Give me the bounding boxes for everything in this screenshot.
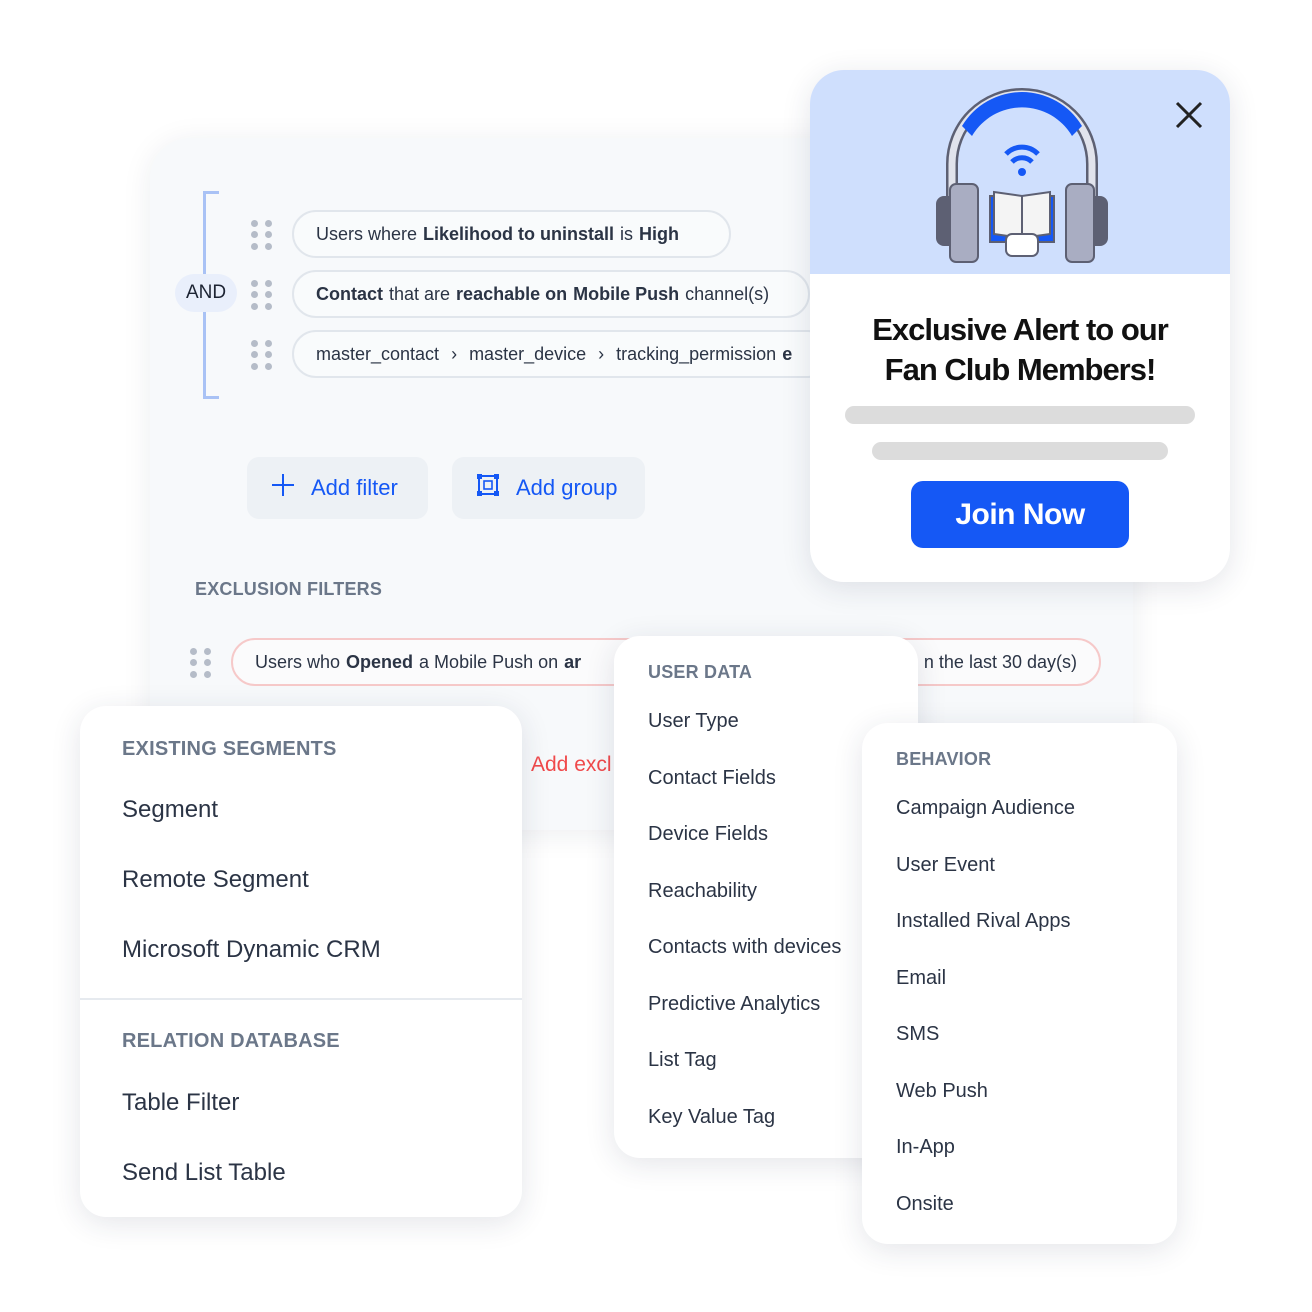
- drag-handle-icon[interactable]: [251, 340, 273, 370]
- menu-item[interactable]: Installed Rival Apps: [896, 910, 1071, 933]
- filter-token: channel(s): [685, 283, 770, 304]
- popup-hero: [810, 70, 1230, 274]
- filter-token: is: [620, 223, 634, 244]
- exclusion-filters-heading: EXCLUSION FILTERS: [195, 579, 383, 599]
- add-group-button[interactable]: Add group: [452, 457, 645, 519]
- menu-item[interactable]: Predictive Analytics: [648, 993, 820, 1016]
- menu-item[interactable]: Email: [896, 967, 946, 990]
- filter-row[interactable]: master_contact › master_device › tracking_pe…: [292, 330, 832, 378]
- filter-token: Mobile Push: [573, 283, 680, 304]
- filter-row[interactable]: Contact that are reachable on Mobile Push ch…: [292, 270, 810, 318]
- filter-token: master_device: [469, 343, 587, 364]
- popup-title-line2: Fan Club Members!: [884, 352, 1157, 387]
- menu-item[interactable]: Microsoft Dynamic CRM: [122, 936, 522, 964]
- filter-token: Likelihood to uninstall: [423, 223, 615, 244]
- filter-token: ar: [564, 651, 582, 672]
- menu-item[interactable]: Contacts with devices: [648, 936, 841, 959]
- behavior-menu: BEHAVIOR Campaign Audience User Event Inst…: [862, 723, 1177, 1244]
- plus-icon: [271, 473, 295, 503]
- filter-token: Opened: [346, 651, 414, 672]
- drag-handle-icon[interactable]: [251, 220, 273, 250]
- menu-item[interactable]: Send List Table: [122, 1159, 286, 1187]
- popup-card: Exclusive Alert to our Fan Club Members!…: [810, 70, 1230, 582]
- menu-item[interactable]: User Event: [896, 854, 995, 877]
- filter-token: ›: [598, 343, 605, 364]
- filter-token: Users who: [255, 651, 341, 672]
- menu-item[interactable]: Remote Segment: [122, 866, 309, 894]
- add-filter-label: Add filter: [311, 475, 398, 500]
- add-exclusion-link[interactable]: Add excl: [531, 753, 612, 777]
- menu-item[interactable]: Campaign Audience: [896, 797, 1075, 820]
- relation-database-heading: RELATION DATABASE: [122, 1030, 340, 1052]
- menu-item[interactable]: Contact Fields: [648, 767, 776, 790]
- filter-token: a Mobile Push on: [419, 651, 559, 672]
- user-data-heading: USER DATA: [648, 662, 753, 682]
- behavior-heading: BEHAVIOR: [896, 749, 992, 769]
- add-group-label: Add group: [516, 475, 618, 500]
- filter-token: master_contact: [316, 343, 440, 364]
- menu-item[interactable]: Segment: [122, 796, 218, 824]
- filter-row[interactable]: Users where Likelihood to uninstall is High: [292, 210, 731, 258]
- placeholder-bar: [872, 442, 1168, 460]
- join-now-button[interactable]: Join Now: [911, 481, 1129, 548]
- drag-handle-icon[interactable]: [251, 280, 273, 310]
- menu-item[interactable]: Device Fields: [648, 823, 768, 846]
- filter-token: High: [639, 223, 680, 244]
- menu-item[interactable]: List Tag: [648, 1049, 717, 1072]
- filter-token: ›: [451, 343, 458, 364]
- filter-token: Contact: [316, 283, 383, 304]
- filter-token: reachable on: [456, 283, 568, 304]
- existing-segments-heading: EXISTING SEGMENTS: [122, 738, 337, 760]
- existing-segments-menu: EXISTING SEGMENTS Segment Remote Segment M…: [80, 706, 522, 1217]
- filter-token: e: [782, 343, 793, 364]
- menu-item[interactable]: Table Filter: [122, 1089, 239, 1117]
- exclusion-tail-text: n the last 30 day(s): [923, 651, 1077, 672]
- menu-item[interactable]: Reachability: [648, 880, 757, 903]
- and-operator-badge[interactable]: AND: [175, 274, 237, 312]
- menu-item[interactable]: Web Push: [896, 1080, 988, 1103]
- menu-item[interactable]: User Type: [648, 710, 739, 733]
- drag-handle-icon[interactable]: [190, 648, 212, 678]
- filter-token: that are: [389, 283, 451, 304]
- divider: [80, 998, 522, 1000]
- menu-item[interactable]: Onsite: [896, 1193, 954, 1216]
- menu-item[interactable]: In-App: [896, 1136, 955, 1159]
- popup-title-line1: Exclusive Alert to our: [872, 312, 1169, 347]
- filter-token: Users where: [316, 223, 418, 244]
- headphones-book-icon: [936, 88, 1108, 263]
- placeholder-bar: [845, 406, 1195, 424]
- group-icon: [476, 473, 500, 503]
- menu-item[interactable]: Key Value Tag: [648, 1106, 775, 1129]
- menu-item[interactable]: SMS: [896, 1023, 939, 1046]
- close-icon[interactable]: [1174, 100, 1204, 135]
- filter-token: tracking_permission: [616, 343, 777, 364]
- add-filter-button[interactable]: Add filter: [247, 457, 428, 519]
